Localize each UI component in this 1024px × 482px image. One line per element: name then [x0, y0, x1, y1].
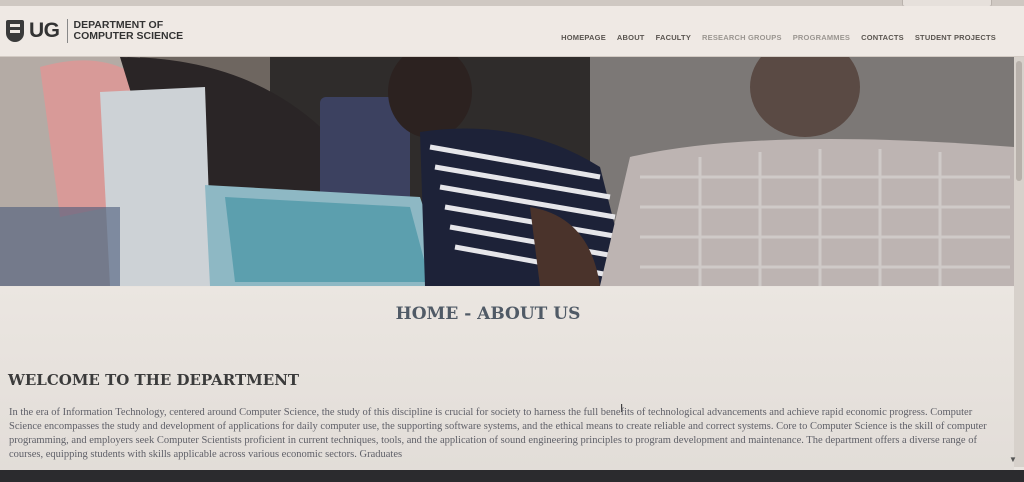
nav-item-programmes[interactable]: PROGRAMMES: [793, 33, 850, 42]
nav-item-about[interactable]: ABOUT: [617, 33, 645, 42]
site-header: UG DEPARTMENT OF COMPUTER SCIENCE HOMEPA…: [0, 6, 1024, 57]
hero-image: [0, 57, 1014, 286]
browser-screen: UG DEPARTMENT OF COMPUTER SCIENCE HOMEPA…: [0, 0, 1024, 482]
page-title: HOME - ABOUT US: [395, 304, 581, 324]
about-paragraph: In the era of Information Technology, ce…: [9, 407, 987, 460]
scroll-down-arrow-icon[interactable]: ▼: [1009, 455, 1017, 464]
logo-department-text: DEPARTMENT OF COMPUTER SCIENCE: [73, 19, 184, 42]
nav-item-contacts[interactable]: CONTACTS: [861, 33, 904, 42]
logo-divider: [66, 19, 68, 43]
hero-photo-students: [0, 57, 1014, 286]
scrollbar-thumb[interactable]: [1016, 61, 1022, 181]
nav-item-faculty[interactable]: FACULTY: [656, 33, 691, 42]
main-content: HOME - ABOUT US WELCOME TO THE DEPARTMEN…: [0, 287, 1014, 470]
site-logo[interactable]: UG DEPARTMENT OF COMPUTER SCIENCE: [6, 15, 204, 47]
shield-icon: [6, 20, 24, 42]
main-nav: HOMEPAGE ABOUT FACULTY RESEARCH GROUPS P…: [561, 33, 996, 42]
taskbar: [0, 470, 1024, 482]
nav-item-homepage[interactable]: HOMEPAGE: [561, 33, 606, 42]
nav-item-student-projects[interactable]: STUDENT PROJECTS: [915, 33, 996, 42]
welcome-heading: WELCOME TO THE DEPARTMENT: [8, 371, 300, 389]
page-scrollbar[interactable]: [1014, 57, 1024, 467]
nav-item-research-groups[interactable]: RESEARCH GROUPS: [702, 33, 782, 42]
logo-ug-text: UG: [29, 19, 60, 42]
